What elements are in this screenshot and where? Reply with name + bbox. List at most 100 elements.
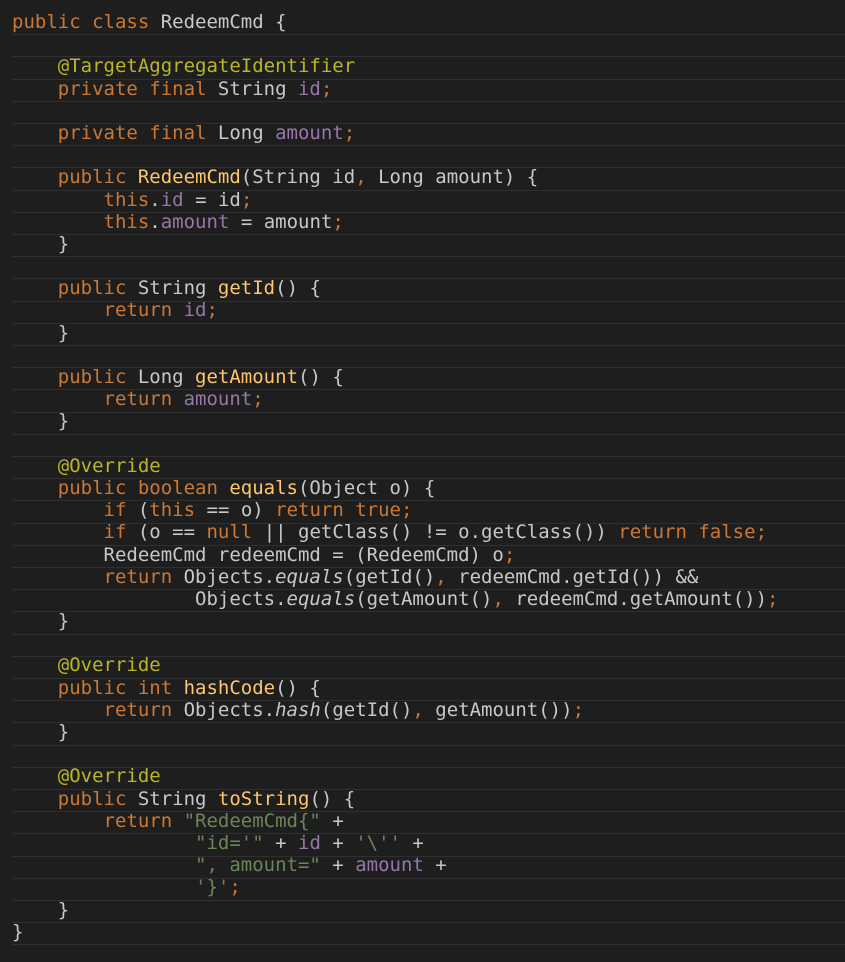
code-token: equals [275, 565, 344, 588]
code-token: || getClass() != o.getClass()) [263, 521, 619, 544]
code-line: private final String id; [12, 78, 778, 100]
code-token: RedeemCmd { [160, 11, 287, 33]
code-token: = id [183, 188, 241, 211]
code-token: hash [275, 698, 321, 721]
code-line: public boolean equals(Object o) { [12, 477, 778, 499]
code-token: , [435, 565, 459, 588]
code-token: (String id [240, 166, 356, 189]
code-token: + [332, 809, 344, 832]
code-line: return Objects.hash(getId(), getAmount()… [12, 699, 778, 721]
code-token: return [12, 698, 184, 721]
code-token: String [217, 77, 298, 100]
code-token: Objects. [183, 565, 276, 588]
code-token: getAmount()) [435, 698, 573, 721]
code-token: '}' [12, 876, 230, 899]
code-line: @Override [12, 455, 778, 477]
code-token: . [149, 188, 161, 211]
code-token: RedeemCmd [137, 166, 241, 189]
code-token: () { [275, 277, 321, 300]
code-token: hashCode [183, 676, 276, 699]
code-token: return [12, 809, 184, 832]
code-line: RedeemCmd redeemCmd = (RedeemCmd) o; [12, 544, 778, 566]
code-token: } [12, 721, 70, 743]
code-token: Long [137, 366, 196, 388]
code-token: ( [137, 499, 150, 522]
code-line: return amount; [12, 388, 778, 410]
code-token: } [12, 920, 24, 943]
code-token: amount [355, 854, 436, 877]
code-token: return true [275, 499, 401, 522]
code-token: Objects. [12, 587, 287, 610]
code-token: (getAmount() [355, 587, 493, 610]
code-token: return [12, 299, 184, 322]
code-line: } [12, 233, 778, 255]
code-token: this [12, 210, 150, 233]
code-block[interactable]: public class RedeemCmd { @TargetAggregat… [12, 11, 778, 943]
code-token: ; [503, 543, 516, 566]
code-line: "id='" + id + '\'' + [12, 832, 778, 854]
code-token: } [12, 610, 70, 633]
code-line: this.id = id; [12, 189, 778, 211]
code-token: } [12, 321, 70, 344]
code-token: Long amount) { [378, 166, 539, 189]
code-token: (getId() [343, 565, 436, 588]
code-token: toString [217, 787, 310, 810]
code-token: public [12, 366, 138, 388]
code-token: @Override [12, 654, 161, 677]
code-token: ; [400, 499, 413, 522]
code-token: @Override [12, 454, 161, 477]
code-line: public String toString() { [12, 788, 778, 810]
code-token: RedeemCmd redeemCmd = (RedeemCmd) o [12, 543, 504, 566]
code-token: amount [160, 210, 230, 233]
code-token: Long [217, 121, 276, 144]
code-token: if [12, 499, 138, 522]
code-token: } [12, 410, 70, 433]
code-line: public class RedeemCmd { [12, 11, 778, 33]
code-token: private final [12, 121, 218, 144]
code-token: ; [755, 521, 768, 544]
code-editor[interactable]: public class RedeemCmd { @TargetAggregat… [0, 0, 845, 962]
code-token: redeemCmd.getAmount()) [515, 587, 768, 610]
code-token: , [412, 698, 436, 721]
code-token: ; [343, 121, 356, 144]
code-token: + [332, 831, 356, 854]
code-token: } [12, 232, 70, 255]
code-token: String [137, 787, 218, 810]
code-token: + [332, 854, 356, 877]
code-token: , [492, 587, 516, 610]
code-line: public Long getAmount() { [12, 366, 778, 388]
code-line: } [12, 610, 778, 632]
code-token: ", amount=" [12, 854, 333, 877]
code-token: equals [286, 587, 356, 610]
code-line: @TargetAggregateIdentifier [12, 55, 778, 77]
code-token: @Override [12, 765, 161, 788]
code-token: () { [309, 787, 356, 810]
code-line: } [12, 322, 778, 344]
code-token: (getId() [320, 698, 413, 721]
code-token: , [355, 166, 379, 189]
code-token: redeemCmd.getId()) && [458, 565, 699, 588]
code-token: return [12, 565, 184, 588]
code-token: (Object o) { [297, 476, 436, 499]
code-token: ; [252, 388, 264, 411]
code-line: } [12, 410, 778, 432]
code-line: } [12, 899, 778, 921]
code-token: return false [618, 521, 756, 544]
code-token: + [275, 831, 298, 854]
code-line: Objects.equals(getAmount(), redeemCmd.ge… [12, 588, 778, 610]
code-token: id [297, 77, 321, 100]
code-token: private final [12, 77, 218, 100]
code-token: public [12, 787, 138, 810]
code-token: id [183, 299, 207, 322]
code-token: equals [229, 476, 298, 499]
code-token: () { [298, 366, 344, 388]
code-line: } [12, 721, 778, 743]
code-line: public RedeemCmd(String id, Long amount)… [12, 166, 778, 188]
code-token: ; [767, 587, 779, 610]
code-line: return id; [12, 299, 778, 321]
code-token: () { [275, 676, 321, 699]
